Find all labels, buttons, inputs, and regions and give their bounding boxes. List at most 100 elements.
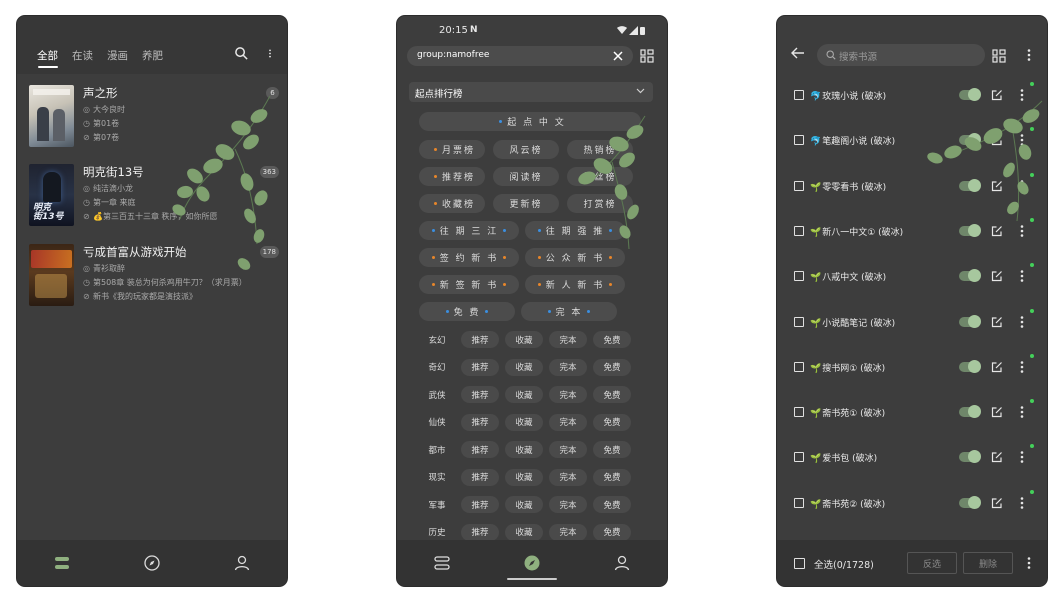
more-vertical-icon[interactable] (1019, 450, 1025, 464)
source-row[interactable]: 🌱零零看书 (破冰) (777, 167, 1047, 212)
category-label[interactable]: 军事 (421, 496, 453, 513)
category-action-chip[interactable]: 免费 (593, 331, 631, 348)
source-enable-toggle[interactable] (959, 223, 981, 237)
category-action-chip[interactable]: 免费 (593, 441, 631, 458)
source-row[interactable]: 🐬笔趣阁小说 (破冰) (777, 121, 1047, 166)
explore-chip[interactable]: 粉丝榜 (567, 167, 633, 186)
category-action-chip[interactable]: 免费 (593, 413, 631, 431)
category-action-chip[interactable]: 推荐 (461, 468, 499, 486)
category-action-chip[interactable]: 推荐 (461, 331, 499, 348)
category-action-chip[interactable]: 收藏 (505, 468, 543, 486)
category-action-chip[interactable]: 收藏 (505, 523, 543, 541)
source-checkbox[interactable] (794, 135, 804, 146)
category-label[interactable]: 都市 (421, 441, 453, 458)
more-vertical-icon[interactable] (1019, 179, 1025, 193)
category-action-chip[interactable]: 免费 (593, 523, 631, 541)
source-checkbox[interactable] (794, 452, 804, 463)
more-vertical-icon[interactable] (265, 46, 275, 61)
edit-icon[interactable] (991, 316, 1003, 328)
source-row[interactable]: 🌱新八一中文① (破冰) (777, 212, 1047, 257)
category-action-chip[interactable]: 完本 (549, 358, 587, 376)
category-action-chip[interactable]: 完本 (549, 523, 587, 541)
category-action-chip[interactable]: 收藏 (505, 413, 543, 431)
category-action-chip[interactable]: 免费 (593, 358, 631, 376)
explore-chip[interactable]: 月票榜 (419, 140, 485, 159)
source-enable-toggle[interactable] (959, 133, 981, 147)
explore-chip[interactable]: 新 签 新 书 (419, 275, 519, 294)
edit-icon[interactable] (991, 361, 1003, 373)
source-enable-toggle[interactable] (959, 450, 981, 464)
select-all-checkbox[interactable] (794, 558, 805, 569)
edit-icon[interactable] (991, 270, 1003, 282)
source-enable-toggle[interactable] (959, 495, 981, 509)
tab-reading[interactable]: 在读 (72, 48, 93, 63)
explore-chip[interactable]: 阅读榜 (493, 167, 559, 186)
category-action-chip[interactable]: 免费 (593, 468, 631, 486)
edit-icon[interactable] (991, 180, 1003, 192)
source-row[interactable]: 🌱小说酷笔记 (破冰) (777, 303, 1047, 348)
invert-selection-button[interactable]: 反选 (907, 552, 957, 574)
source-group-dropdown[interactable]: 起点排行榜 (409, 82, 653, 102)
edit-icon[interactable] (991, 89, 1003, 101)
edit-icon[interactable] (991, 406, 1003, 418)
close-icon[interactable] (611, 49, 625, 63)
nav-bookshelf[interactable] (42, 543, 82, 583)
nav-profile[interactable] (222, 543, 262, 583)
explore-chip[interactable]: 热销榜 (567, 140, 633, 159)
delete-button[interactable]: 删除 (963, 552, 1013, 574)
edit-icon[interactable] (991, 225, 1003, 237)
source-enable-toggle[interactable] (959, 269, 981, 283)
explore-chip[interactable]: 完 本 (521, 302, 617, 321)
source-checkbox[interactable] (794, 316, 804, 327)
category-action-chip[interactable]: 推荐 (461, 358, 499, 376)
category-action-chip[interactable]: 完本 (549, 386, 587, 403)
category-label[interactable]: 仙侠 (421, 414, 453, 431)
category-action-chip[interactable]: 收藏 (505, 358, 543, 376)
explore-chip[interactable]: 风云榜 (493, 140, 559, 159)
category-action-chip[interactable]: 免费 (593, 386, 631, 403)
explore-search-input[interactable]: group:namofree (407, 46, 633, 66)
category-label[interactable]: 奇幻 (421, 359, 453, 376)
more-vertical-icon[interactable] (1019, 88, 1025, 102)
explore-chip[interactable]: 打赏榜 (567, 194, 633, 213)
more-vertical-icon[interactable] (1019, 496, 1025, 510)
source-checkbox[interactable] (794, 407, 804, 418)
more-vertical-icon[interactable] (1019, 360, 1025, 374)
explore-chip[interactable]: 签 约 新 书 (419, 248, 519, 267)
edit-icon[interactable] (991, 451, 1003, 463)
qr-scan-icon[interactable] (640, 49, 654, 63)
more-vertical-icon[interactable] (1019, 133, 1025, 147)
source-row[interactable]: 🌱搜书网① (破冰) (777, 348, 1047, 393)
source-enable-toggle[interactable] (959, 88, 981, 101)
more-vertical-icon[interactable] (1026, 48, 1032, 62)
source-row[interactable]: 🐬玫瑰小说 (破冰) (777, 76, 1047, 121)
select-all-label[interactable]: 全选(0/1728) (814, 557, 874, 571)
source-enable-toggle[interactable] (959, 314, 981, 328)
category-action-chip[interactable]: 推荐 (461, 496, 499, 513)
explore-chip[interactable]: 起 点 中 文 (419, 112, 641, 131)
source-row[interactable]: 🌱斋书苑② (破冰) (777, 484, 1047, 529)
explore-chip[interactable]: 公 众 新 书 (525, 248, 625, 267)
source-search-input[interactable]: 搜索书源 (817, 44, 985, 66)
category-action-chip[interactable]: 完本 (549, 468, 587, 486)
source-checkbox[interactable] (794, 90, 804, 100)
source-enable-toggle[interactable] (959, 178, 981, 192)
source-row[interactable]: 🌱八戒中文 (破冰) (777, 257, 1047, 302)
category-action-chip[interactable]: 推荐 (461, 413, 499, 431)
category-action-chip[interactable]: 收藏 (505, 331, 543, 348)
category-action-chip[interactable]: 推荐 (461, 523, 499, 541)
explore-chip[interactable]: 往 期 强 推 (525, 221, 625, 240)
tab-comic[interactable]: 漫画 (107, 48, 128, 63)
explore-chip[interactable]: 收藏榜 (419, 194, 485, 213)
edit-icon[interactable] (991, 134, 1003, 146)
source-row[interactable]: 🌱斋书苑① (破冰) (777, 393, 1047, 438)
explore-chip[interactable]: 免 费 (419, 302, 515, 321)
source-checkbox[interactable] (794, 225, 804, 236)
explore-chip[interactable]: 推荐榜 (419, 167, 485, 186)
category-action-chip[interactable]: 推荐 (461, 386, 499, 403)
nav-explore[interactable] (132, 543, 172, 583)
category-label[interactable]: 历史 (421, 524, 453, 541)
source-row[interactable]: 🌱爱书包 (破冰) (777, 438, 1047, 483)
category-action-chip[interactable]: 收藏 (505, 386, 543, 403)
category-action-chip[interactable]: 完本 (549, 413, 587, 431)
